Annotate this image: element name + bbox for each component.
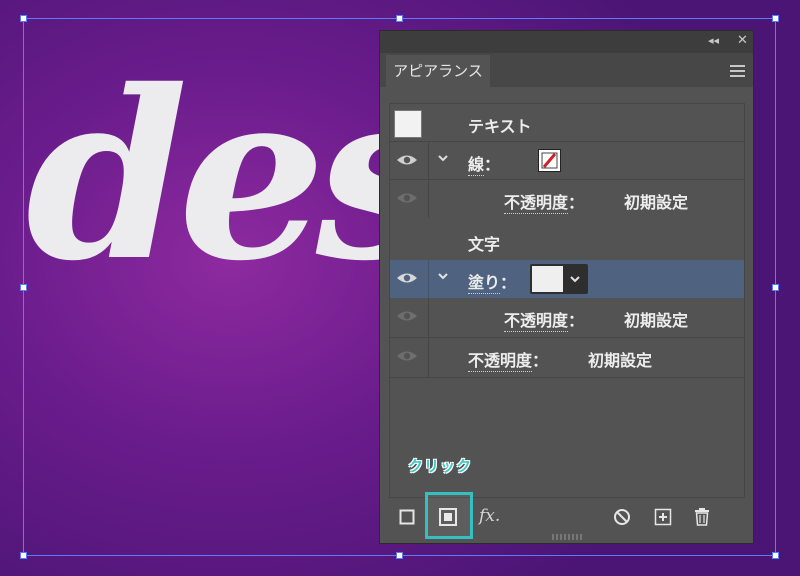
panel-title-bar[interactable]: ◂◂ ✕ bbox=[380, 31, 753, 53]
fill-opacity-colon: ： bbox=[568, 311, 585, 330]
stroke-opacity-row[interactable]: 不透明度： 初期設定 bbox=[390, 180, 744, 218]
stroke-colon: ： bbox=[484, 155, 501, 174]
object-thumbnail bbox=[394, 110, 422, 138]
fill-label[interactable]: 塗り bbox=[468, 273, 501, 294]
delete-trash-icon[interactable] bbox=[693, 507, 711, 526]
opacity-colon: ： bbox=[568, 193, 585, 212]
object-type-label: テキスト bbox=[468, 117, 532, 136]
fill-colon: ： bbox=[500, 273, 517, 292]
selection-handle[interactable] bbox=[20, 552, 27, 559]
fill-row[interactable]: 塗り： bbox=[390, 260, 744, 298]
chevron-down-icon[interactable] bbox=[436, 151, 450, 165]
duplicate-item-icon[interactable] bbox=[654, 508, 672, 526]
fill-opacity-value: 初期設定 bbox=[624, 311, 689, 330]
callout-label: クリック bbox=[408, 457, 473, 475]
fill-color-dropdown[interactable] bbox=[530, 264, 588, 294]
selection-handle[interactable] bbox=[20, 284, 27, 291]
stroke-row[interactable]: 線： bbox=[390, 142, 744, 180]
collapse-panel-icon[interactable]: ◂◂ bbox=[708, 34, 719, 47]
selection-handle[interactable] bbox=[396, 15, 403, 22]
dropdown-chevron-icon bbox=[570, 276, 580, 283]
visibility-eye-icon-disabled[interactable] bbox=[396, 191, 418, 205]
none-slash-icon bbox=[541, 152, 558, 169]
opacity-label[interactable]: 不透明度 bbox=[504, 193, 569, 214]
characters-label: 文字 bbox=[468, 235, 501, 254]
tab-appearance[interactable]: アピアランス bbox=[386, 55, 490, 87]
object-type-row[interactable]: テキスト bbox=[390, 104, 744, 142]
fill-opacity-label[interactable]: 不透明度 bbox=[504, 311, 569, 332]
visibility-eye-icon[interactable] bbox=[396, 153, 418, 167]
panel-menu-icon[interactable] bbox=[730, 65, 745, 80]
text-opacity-label[interactable]: 不透明度 bbox=[468, 351, 533, 372]
stroke-none-swatch[interactable] bbox=[538, 149, 561, 172]
appearance-attributes-list: テキスト 線： 不透明度： 初期設定 文字 塗り： 不透明度： 初期設定 不透明… bbox=[389, 103, 745, 498]
selection-handle[interactable] bbox=[772, 15, 779, 22]
close-panel-icon[interactable]: ✕ bbox=[737, 33, 748, 48]
clear-appearance-icon[interactable] bbox=[613, 508, 631, 526]
panel-tab-row: アピアランス bbox=[380, 53, 753, 87]
selection-handle[interactable] bbox=[772, 552, 779, 559]
add-new-stroke-icon[interactable] bbox=[399, 509, 415, 525]
text-opacity-value: 初期設定 bbox=[588, 351, 653, 370]
resize-grip-icon[interactable] bbox=[552, 534, 582, 540]
selection-handle[interactable] bbox=[396, 552, 403, 559]
fx-effects-icon[interactable]: fx. bbox=[479, 506, 500, 526]
text-opacity-row[interactable]: 不透明度： 初期設定 bbox=[390, 338, 744, 378]
opacity-value: 初期設定 bbox=[624, 193, 689, 212]
visibility-eye-icon-disabled[interactable] bbox=[396, 349, 418, 363]
fill-color-swatch bbox=[532, 266, 563, 292]
visibility-eye-icon-disabled[interactable] bbox=[396, 309, 418, 323]
fill-opacity-row[interactable]: 不透明度： 初期設定 bbox=[390, 298, 744, 338]
selection-handle[interactable] bbox=[20, 15, 27, 22]
callout-highlight-box bbox=[425, 492, 473, 539]
visibility-eye-icon[interactable] bbox=[396, 271, 418, 285]
selection-handle[interactable] bbox=[772, 284, 779, 291]
stroke-label[interactable]: 線 bbox=[468, 155, 485, 176]
chevron-down-icon[interactable] bbox=[436, 269, 450, 283]
characters-row[interactable]: 文字 bbox=[390, 222, 744, 260]
text-opacity-colon: ： bbox=[532, 351, 549, 370]
